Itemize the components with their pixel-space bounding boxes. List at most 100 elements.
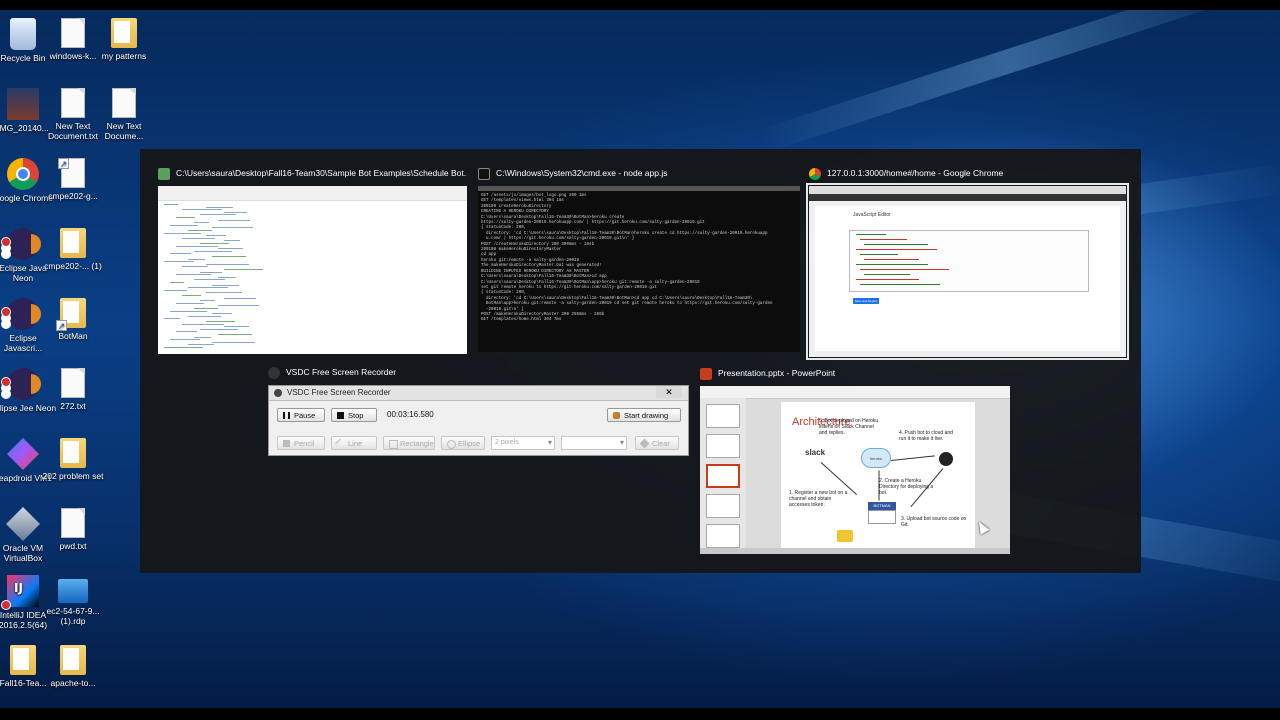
editor-line: [164, 204, 178, 205]
desktop-icon-new-text-2[interactable]: New Text Docume...: [90, 88, 158, 141]
editor-line: [170, 310, 207, 312]
start-drawing-button[interactable]: Start drawing: [607, 408, 681, 422]
folder-icon: [60, 645, 86, 675]
pencil-button[interactable]: Pencil: [277, 436, 325, 450]
editor-line: [188, 230, 212, 231]
window-title-bar: 127.0.0.1:3000/home#/home - Google Chrom…: [809, 165, 1126, 181]
window-title: VSDC Free Screen Recorder: [286, 367, 397, 377]
editor-line: [206, 292, 242, 294]
editor-line: [200, 300, 215, 302]
recycle-bin-icon: [10, 18, 36, 50]
editor-line: [176, 302, 204, 304]
pause-icon: [283, 412, 290, 419]
editor-line: [176, 245, 218, 247]
window-title: C:\Windows\System32\cmd.exe - node app.j…: [496, 168, 668, 178]
window-title: C:\Users\saura\Desktop\Fall16-Team30\Sam…: [176, 168, 467, 178]
browser-tabs: [809, 186, 1126, 194]
editor-line: [194, 279, 225, 281]
editor-line: [170, 282, 184, 283]
editor-line: [218, 334, 252, 335]
editor-line: [224, 211, 247, 213]
code-line: [864, 274, 910, 275]
editor-line: [194, 222, 209, 224]
step-3-text: 3. Upload bot source code on Git.: [901, 516, 967, 528]
editor-line: [212, 227, 253, 229]
editor-line: [200, 243, 229, 244]
rectangle-button[interactable]: Rectangle: [383, 436, 435, 450]
line-width-select[interactable]: 2 pixels: [491, 436, 555, 450]
xml-editor-icon: [158, 167, 170, 180]
folder-icon: [60, 438, 86, 468]
folder-icon: [60, 228, 86, 258]
desktop-icon-272-txt[interactable]: 272.txt: [39, 368, 107, 411]
page-heading: JavaScript Editor: [853, 212, 891, 218]
console-title-bar: [478, 186, 800, 191]
editor-line: [176, 274, 211, 276]
editor-line: [170, 253, 191, 255]
window-thumbnail: [158, 186, 467, 354]
editor-line: [194, 308, 218, 309]
ellipse-label: Ellipse: [458, 439, 481, 448]
pencil-label: Pencil: [294, 439, 315, 448]
leapdroid-icon: [7, 438, 39, 470]
code-line: [856, 249, 937, 250]
pause-button[interactable]: Pause: [277, 408, 325, 422]
switcher-window-vsdc[interactable]: VSDC Free Screen Recorder VSDC Free Scre…: [268, 366, 689, 456]
directory-box: [868, 510, 896, 524]
desktop-icon-rdp[interactable]: ec2-54-67-9... (1).rdp: [39, 575, 107, 626]
pause-label: Pause: [294, 411, 316, 420]
ppt-status-bar: [700, 548, 1010, 554]
editor-line: [164, 261, 194, 263]
editor-line: [164, 318, 180, 320]
file-icon: [58, 158, 85, 188]
desktop-icon-label: pwd.txt: [59, 541, 87, 551]
desktop-icon-202-problem-set[interactable]: 202 problem set: [39, 438, 107, 481]
vsdc-icon: [268, 366, 280, 379]
remote-desktop-icon: [58, 579, 88, 603]
editor-line: [212, 313, 232, 315]
rectangle-icon: [389, 440, 398, 449]
window-title: 127.0.0.1:3000/home#/home - Google Chrom…: [827, 168, 1004, 178]
eclipse-icon: [1, 298, 41, 330]
color-select[interactable]: [561, 436, 627, 450]
vsdc-title: VSDC Free Screen Recorder: [269, 386, 688, 401]
clear-button[interactable]: Clear: [635, 436, 679, 450]
desktop-icon-botman[interactable]: BotMan: [39, 298, 107, 341]
arrow: [890, 455, 935, 461]
editor-line: [206, 235, 226, 237]
switcher-window-xml-editor[interactable]: C:\Users\saura\Desktop\Fall16-Team30\Sam…: [158, 167, 467, 354]
desktop-icon-pwd-txt[interactable]: pwd.txt: [39, 508, 107, 551]
window-title-bar: Presentation.pptx - PowerPoint: [700, 365, 1010, 381]
screen-top-border: [0, 0, 1280, 10]
editor-line: [164, 347, 203, 348]
editor-line: [182, 323, 224, 325]
editor-line: [170, 224, 198, 226]
eclipse-icon: [1, 228, 41, 260]
desktop-icon-my-patterns[interactable]: my patterns: [90, 18, 158, 61]
intellij-icon: [1, 575, 39, 610]
desktop-icon-apache[interactable]: apache-to...: [39, 645, 107, 688]
switcher-window-cmd[interactable]: C:\Windows\System32\cmd.exe - node app.j…: [478, 167, 800, 352]
editor-line: [224, 269, 263, 270]
arrow: [878, 470, 880, 501]
virtualbox-icon: [6, 507, 40, 541]
stop-label: Stop: [348, 411, 364, 420]
editor-line: [206, 321, 235, 322]
screen-bottom-border: [0, 708, 1280, 720]
desktop-icon-cmpe202-1[interactable]: cmpe202-... (1): [39, 228, 107, 271]
editor-line: [212, 256, 246, 257]
desktop-icon-label: 202 problem set: [42, 471, 104, 481]
clear-label: Clear: [652, 439, 670, 448]
editor-line: [182, 266, 208, 268]
switcher-window-chrome[interactable]: 127.0.0.1:3000/home#/home - Google Chrom…: [806, 167, 1129, 360]
desktop-icon-cmpe202-g[interactable]: cmpe202-g...: [39, 158, 107, 201]
switcher-window-powerpoint[interactable]: Presentation.pptx - PowerPoint Architect…: [700, 367, 1010, 554]
line-button[interactable]: Line: [331, 436, 377, 450]
close-icon[interactable]: ✕: [656, 386, 682, 398]
stop-button[interactable]: Stop: [331, 408, 377, 422]
editor-line: [224, 240, 240, 242]
cmd-icon: [478, 167, 490, 180]
editor-line: [182, 295, 201, 296]
editor-line: [200, 271, 222, 273]
ellipse-button[interactable]: Ellipse: [441, 436, 485, 450]
